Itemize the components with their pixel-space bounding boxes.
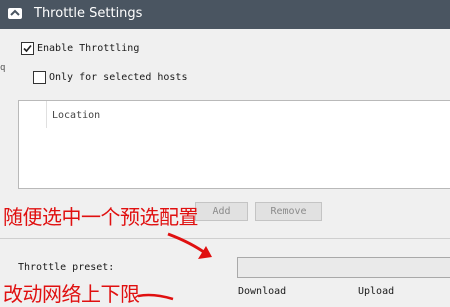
remove-button[interactable]: Remove	[255, 202, 322, 221]
red-arrow-icon	[167, 232, 212, 259]
window-title: Throttle Settings	[34, 6, 143, 21]
hosts-list[interactable]: Location	[18, 100, 450, 189]
column-header-location[interactable]: Location	[52, 110, 100, 121]
upload-label: Upload	[358, 286, 395, 297]
separator	[0, 238, 450, 239]
add-button[interactable]: Add	[195, 202, 248, 221]
red-line-icon	[138, 293, 174, 301]
checkbox-box[interactable]	[21, 42, 34, 55]
app-icon	[7, 6, 23, 22]
column-divider	[46, 101, 47, 128]
stray-character: q	[0, 63, 6, 73]
checkbox-box[interactable]	[33, 71, 46, 84]
only-selected-hosts-label: Only for selected hosts	[49, 72, 188, 83]
checkmark-icon	[23, 44, 32, 53]
throttle-preset-label: Throttle preset:	[18, 262, 115, 273]
enable-throttling-label: Enable Throttling	[37, 43, 140, 54]
title-bar: Throttle Settings	[0, 0, 450, 29]
throttle-preset-select[interactable]	[237, 257, 450, 278]
annotation-change-limits: 改动网络上下限	[3, 282, 140, 306]
download-label: Download	[238, 286, 287, 297]
